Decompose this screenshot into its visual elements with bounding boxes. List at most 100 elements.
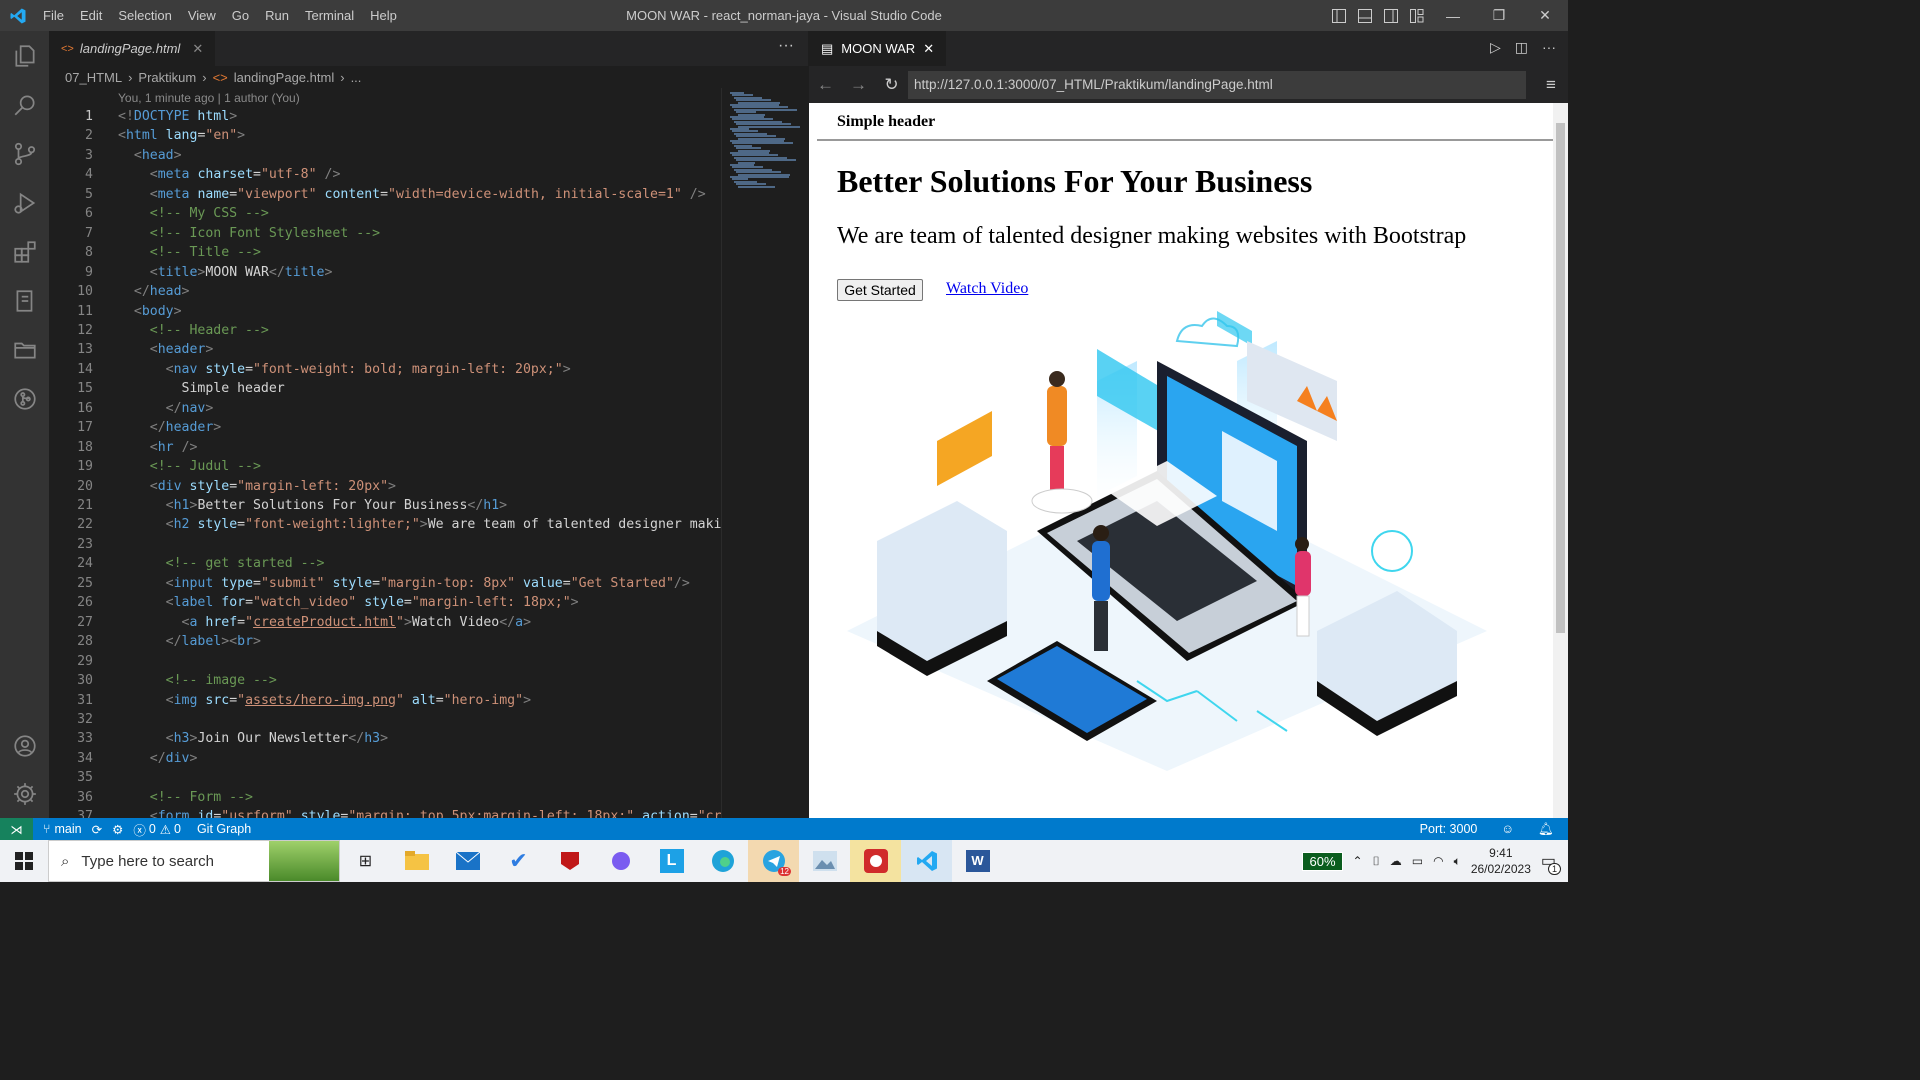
code-line[interactable]: 23: [49, 535, 118, 554]
code-line[interactable]: 36 <!-- Form -->: [49, 788, 253, 807]
code-line[interactable]: 37 <form id="usrform" style="margin: top…: [49, 807, 721, 818]
code-line[interactable]: 4 <meta charset="utf-8" />: [49, 165, 340, 184]
url-input[interactable]: http://127.0.0.1:3000/07_HTML/Praktikum/…: [908, 70, 1526, 99]
run-icon[interactable]: ▷: [1490, 39, 1501, 56]
code-line[interactable]: 14 <nav style="font-weight: bold; margin…: [49, 360, 571, 379]
menu-icon[interactable]: ≡: [1534, 75, 1568, 95]
code-line[interactable]: 3 <head>: [49, 146, 182, 165]
git-graph-button[interactable]: Git Graph: [197, 822, 251, 836]
more-actions-icon[interactable]: ···: [778, 37, 794, 55]
onedrive-icon[interactable]: ☁: [1390, 854, 1402, 868]
toggle-secondary-sidebar-icon[interactable]: [1378, 0, 1404, 31]
l-app-icon[interactable]: L: [646, 840, 697, 882]
code-line[interactable]: 25 <input type="submit" style="margin-to…: [49, 574, 690, 593]
customize-layout-icon[interactable]: [1404, 0, 1430, 31]
tab-preview[interactable]: ▤ MOON WAR ✕: [809, 31, 947, 66]
menu-run[interactable]: Run: [257, 0, 297, 31]
code-line[interactable]: 24 <!-- get started -->: [49, 554, 324, 573]
run-debug-icon[interactable]: [0, 178, 49, 227]
code-line[interactable]: 26 <label for="watch_video" style="margi…: [49, 593, 579, 612]
vscode-taskbar-icon[interactable]: [901, 840, 952, 882]
git-icon[interactable]: ⚙: [112, 822, 123, 837]
mcafee-icon[interactable]: [544, 840, 595, 882]
folder-icon[interactable]: [0, 325, 49, 374]
code-line[interactable]: 12 <!-- Header -->: [49, 321, 269, 340]
menu-terminal[interactable]: Terminal: [297, 0, 362, 31]
code-line[interactable]: 29: [49, 652, 118, 671]
split-editor-icon[interactable]: ◫: [1515, 39, 1528, 56]
code-line[interactable]: 21 <h1>Better Solutions For Your Busines…: [49, 496, 507, 515]
code-line[interactable]: 33 <h3>Join Our Newsletter</h3>: [49, 729, 388, 748]
notifications-bell-icon[interactable]: 🔔︎: [1538, 822, 1554, 837]
battery-icon[interactable]: ▭: [1412, 854, 1423, 868]
code-line[interactable]: 28 </label><br>: [49, 632, 261, 651]
file-explorer-icon[interactable]: [391, 840, 442, 882]
sync-icon[interactable]: ⟳: [92, 822, 102, 837]
get-started-button[interactable]: Get Started: [837, 279, 923, 301]
code-area[interactable]: You, 1 minute ago | 1 author (You) 1 <!DO…: [49, 88, 721, 818]
code-line[interactable]: 30 <!-- image -->: [49, 671, 277, 690]
menu-view[interactable]: View: [180, 0, 224, 31]
code-line[interactable]: 7 <!-- Icon Font Stylesheet -->: [49, 224, 380, 243]
menu-file[interactable]: File: [35, 0, 72, 31]
menu-go[interactable]: Go: [224, 0, 257, 31]
taskbar-search[interactable]: ⌕ Type here to search: [48, 840, 340, 882]
extensions-icon[interactable]: [0, 227, 49, 276]
menu-selection[interactable]: Selection: [110, 0, 179, 31]
code-line[interactable]: 9 <title>MOON WAR</title>: [49, 263, 332, 282]
close-tab-icon[interactable]: ✕: [923, 41, 934, 57]
minimize-icon[interactable]: —: [1430, 0, 1476, 31]
code-line[interactable]: 22 <h2 style="font-weight:lighter;">We a…: [49, 515, 721, 534]
notebook-icon[interactable]: [0, 276, 49, 325]
back-arrow-icon[interactable]: ←: [809, 75, 842, 95]
forward-arrow-icon[interactable]: →: [842, 75, 875, 95]
more-actions-icon[interactable]: ···: [1542, 39, 1556, 56]
mail-icon[interactable]: [442, 840, 493, 882]
explorer-icon[interactable]: [0, 31, 49, 80]
feedback-icon[interactable]: ☺: [1501, 822, 1514, 836]
toggle-panel-icon[interactable]: [1352, 0, 1378, 31]
edge-icon[interactable]: [697, 840, 748, 882]
watch-video-link[interactable]: Watch Video: [946, 280, 1028, 298]
page-scrollbar[interactable]: [1553, 103, 1568, 818]
code-line[interactable]: 10 </head>: [49, 282, 189, 301]
windows-start-icon[interactable]: [0, 840, 48, 882]
wifi-icon[interactable]: ◠: [1433, 854, 1443, 868]
menu-help[interactable]: Help: [362, 0, 405, 31]
port-label[interactable]: Port: 3000: [1420, 822, 1478, 836]
tab-landing-page[interactable]: <> landingPage.html ✕: [49, 31, 216, 66]
close-tab-icon[interactable]: ✕: [192, 41, 203, 57]
code-line[interactable]: 27 <a href="createProduct.html">Watch Vi…: [49, 613, 531, 632]
code-line[interactable]: 13 <header>: [49, 340, 213, 359]
camera-icon[interactable]: ⌷: [1373, 854, 1380, 869]
error-count[interactable]: 0: [149, 822, 156, 836]
remote-icon[interactable]: ⋊: [0, 818, 33, 840]
restore-icon[interactable]: ❐: [1476, 0, 1522, 31]
code-line[interactable]: 16 </nav>: [49, 399, 213, 418]
breadcrumb-symbol[interactable]: ...: [351, 70, 362, 85]
minimap[interactable]: [721, 88, 808, 818]
branch-label[interactable]: main: [55, 822, 82, 836]
copilot-icon[interactable]: [595, 840, 646, 882]
search-icon[interactable]: [0, 80, 49, 129]
code-line[interactable]: 19 <!-- Judul -->: [49, 457, 261, 476]
volume-icon[interactable]: 🔈︎: [1454, 854, 1461, 869]
notification-center-icon[interactable]: ▭ 1: [1541, 851, 1561, 875]
scrollbar-thumb[interactable]: [1556, 123, 1565, 633]
code-line[interactable]: 31 <img src="assets/hero-img.png" alt="h…: [49, 691, 531, 710]
code-line[interactable]: 20 <div style="margin-left: 20px">: [49, 477, 396, 496]
word-icon[interactable]: W: [952, 840, 1003, 882]
git-graph-icon[interactable]: [0, 374, 49, 423]
clock[interactable]: 9:41 26/02/2023: [1471, 845, 1531, 877]
account-icon[interactable]: [0, 721, 49, 770]
menu-edit[interactable]: Edit: [72, 0, 110, 31]
breadcrumb-file[interactable]: landingPage.html: [234, 70, 334, 85]
close-window-icon[interactable]: ✕: [1522, 0, 1568, 31]
warning-count[interactable]: 0: [174, 822, 181, 836]
toggle-sidebar-icon[interactable]: [1326, 0, 1352, 31]
chevron-up-icon[interactable]: ⌃: [1353, 854, 1363, 868]
code-line[interactable]: 11 <body>: [49, 302, 181, 321]
code-line[interactable]: 34 </div>: [49, 749, 197, 768]
code-line[interactable]: 18 <hr />: [49, 438, 197, 457]
battery-indicator[interactable]: 60%: [1302, 851, 1343, 871]
